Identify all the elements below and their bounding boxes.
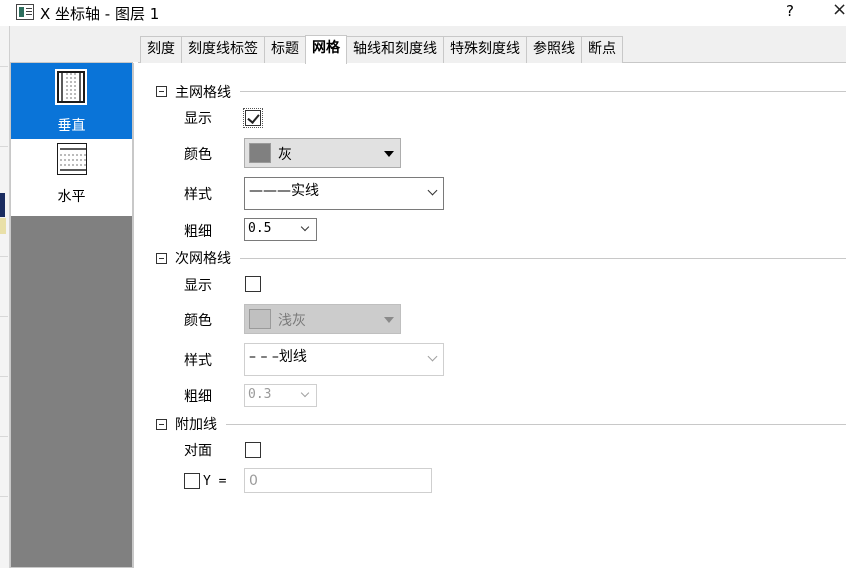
minor-style-label: 样式 [184,353,212,369]
tab-row: 刻度 刻度线标签 标题 网格 轴线和刻度线 特殊刻度线 参照线 断点 [140,35,623,64]
tab-breaks[interactable]: 断点 [581,36,623,63]
tab-reference-lines[interactable]: 参照线 [526,36,582,63]
dropdown-arrow-icon [384,151,394,157]
panel-item-vertical[interactable]: 垂直 [11,63,132,139]
opposite-checkbox[interactable] [245,442,261,458]
y-line-checkbox[interactable] [184,473,200,489]
section-title-major: 主网格线 [175,85,231,101]
major-show-label: 显示 [184,111,212,127]
background-window-mark [0,193,5,217]
dropdown-arrow-icon [384,317,394,323]
section-title-minor: 次网格线 [175,251,231,267]
major-color-label: 颜色 [184,147,212,163]
collapse-minor-button[interactable] [156,253,167,264]
major-style-value: ———实线 [249,183,319,199]
major-color-value: 灰 [278,147,292,163]
minor-color-dropdown[interactable]: 浅灰 [244,304,401,334]
minor-color-label: 颜色 [184,313,212,329]
tab-tick-labels[interactable]: 刻度线标签 [181,36,265,63]
help-button[interactable]: ? [786,2,794,20]
major-thickness-label: 粗细 [184,224,212,240]
axis-direction-panel: 垂直 水平 [10,62,133,568]
color-swatch [249,309,271,329]
tab-special-ticks[interactable]: 特殊刻度线 [443,36,527,63]
close-button[interactable]: × [832,0,846,20]
section-divider [240,258,846,259]
y-equals-label: Y = [203,474,227,489]
panel-item-label: 水平 [57,189,86,205]
minor-show-checkbox[interactable] [245,276,261,292]
opposite-label: 对面 [184,443,212,459]
tab-title[interactable]: 标题 [264,36,306,63]
minor-show-label: 显示 [184,278,212,294]
major-thickness-dropdown[interactable]: 0.5 [244,218,317,241]
vertical-grid-icon [55,69,87,105]
minor-style-value: – – –划线 [249,349,307,365]
window-title: X 坐标轴 - 图层 1 [40,5,160,23]
major-style-label: 样式 [184,187,212,203]
chevron-down-icon [300,388,310,398]
tab-line-and-ticks[interactable]: 轴线和刻度线 [346,36,444,63]
tab-scale[interactable]: 刻度 [140,36,182,63]
minor-thickness-value: 0.3 [248,387,272,402]
chevron-down-icon [427,351,438,362]
background-window-mark [0,218,6,234]
major-thickness-value: 0.5 [248,221,272,236]
y-value-input[interactable] [244,468,432,493]
color-swatch [249,143,271,163]
minor-thickness-label: 粗细 [184,389,212,405]
horizontal-grid-icon [57,143,87,175]
collapse-major-button[interactable] [156,86,167,97]
section-title-additional: 附加线 [175,417,217,433]
major-color-dropdown[interactable]: 灰 [244,138,401,168]
minor-thickness-dropdown[interactable]: 0.3 [244,384,317,407]
collapse-additional-button[interactable] [156,419,167,430]
panel-item-label: 垂直 [57,118,86,134]
panel-item-horizontal[interactable]: 水平 [11,139,132,216]
section-divider [226,424,846,425]
chevron-down-icon [300,222,310,232]
major-style-dropdown[interactable]: ———实线 [244,177,444,210]
minor-style-dropdown[interactable]: – – –划线 [244,343,444,376]
background-window-strip [0,26,10,568]
app-window-icon [16,4,34,20]
section-divider [240,91,846,92]
minor-color-value: 浅灰 [278,313,306,329]
tab-grids[interactable]: 网格 [305,35,347,64]
chevron-down-icon [427,185,438,196]
grids-settings-content [133,63,846,568]
major-show-checkbox[interactable] [243,108,263,128]
